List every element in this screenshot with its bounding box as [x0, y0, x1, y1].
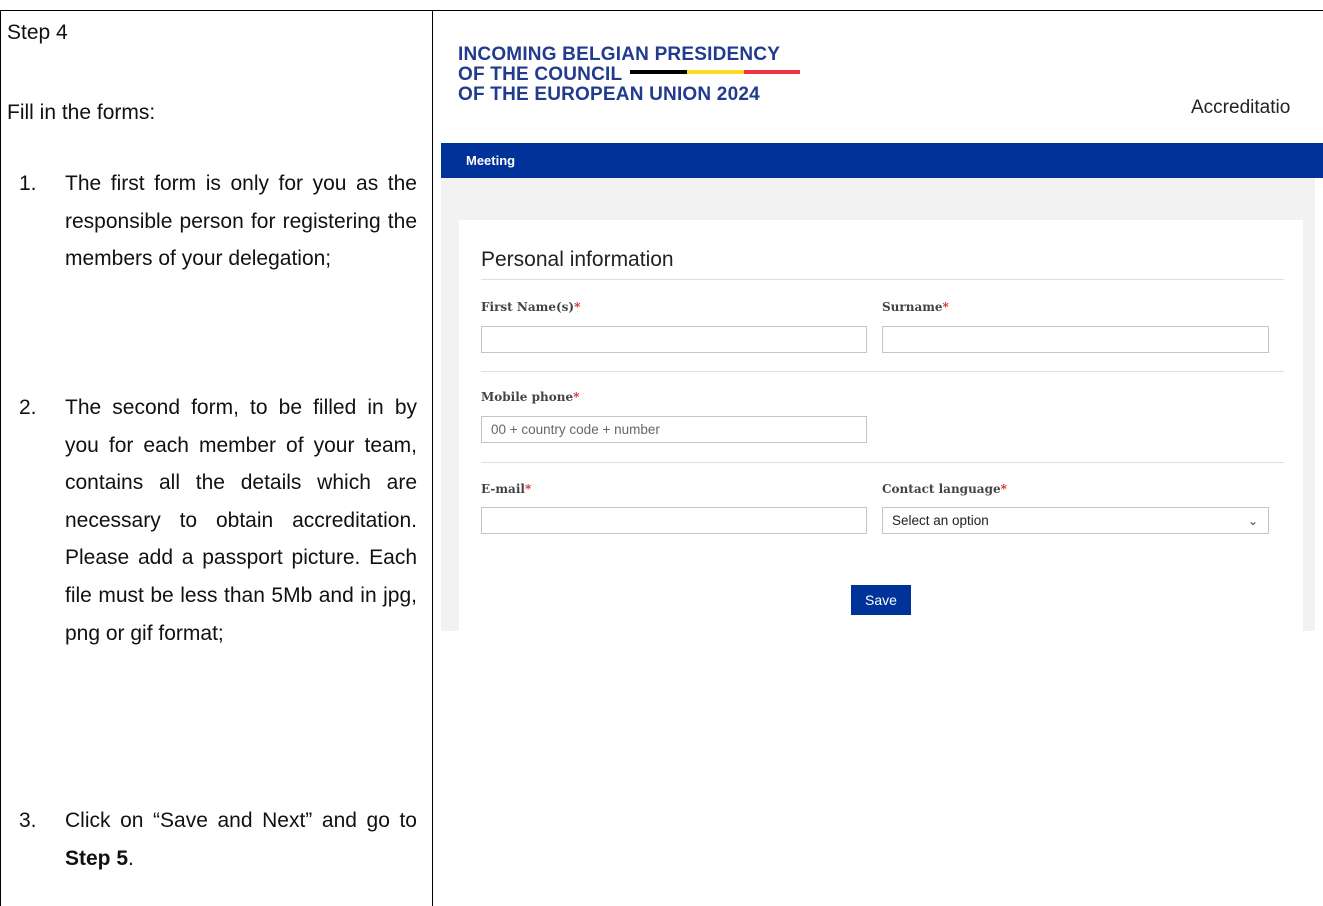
email-input[interactable] [481, 507, 867, 534]
contact-language-label: Contact language* [882, 482, 1007, 496]
section-title: Personal information [481, 248, 674, 271]
surname-input[interactable] [882, 326, 1269, 353]
mobile-phone-label: Mobile phone* [481, 390, 580, 404]
step-5-link-text: Step 5 [65, 846, 129, 870]
contact-language-select[interactable]: Select an option ⌄ [882, 507, 1269, 534]
instruction-text: The second form, to be filled in by you … [65, 396, 417, 645]
personal-information-card: Personal information First Name(s)* Surn… [459, 220, 1303, 631]
top-navbar: Meeting [441, 143, 1323, 178]
fill-forms-heading: Fill in the forms: [7, 101, 156, 124]
chevron-down-icon: ⌄ [1247, 514, 1258, 528]
instruction-item-3: 3. Click on “Save and Next” and go to St… [19, 802, 417, 877]
content-background: Personal information First Name(s)* Surn… [441, 178, 1315, 631]
instruction-number: 2. [19, 396, 37, 419]
accreditation-screenshot: INCOMING BELGIAN PRESIDENCY OF THE COUNC… [433, 11, 1323, 906]
logo-line-2: OF THE COUNCIL [458, 65, 801, 85]
contact-language-value: Select an option [892, 513, 989, 528]
presidency-logo: INCOMING BELGIAN PRESIDENCY OF THE COUNC… [458, 44, 801, 105]
instruction-text: Click on “Save and Next” and go to Step … [65, 809, 417, 870]
divider [481, 462, 1284, 463]
belgian-flag-stripe [630, 69, 801, 74]
frame-left-border [0, 10, 1, 906]
instruction-number: 3. [19, 809, 37, 832]
first-name-label: First Name(s)* [481, 300, 581, 314]
mobile-phone-input[interactable]: 00 + country code + number [481, 416, 867, 443]
logo-line-3: OF THE EUROPEAN UNION 2024 [458, 84, 760, 105]
surname-label: Surname* [882, 300, 949, 314]
divider [481, 371, 1284, 372]
save-button[interactable]: Save [851, 585, 911, 615]
logo-line-1: INCOMING BELGIAN PRESIDENCY [458, 44, 781, 65]
instruction-text: The first form is only for you as the re… [65, 172, 417, 271]
divider [481, 279, 1284, 280]
email-label: E-mail* [481, 482, 532, 496]
accreditation-title: Accreditatio [1191, 97, 1291, 118]
nav-item-meeting[interactable]: Meeting [466, 153, 515, 168]
instruction-number: 1. [19, 172, 37, 195]
step-title: Step 4 [7, 21, 68, 44]
instruction-item-1: 1. The first form is only for you as the… [19, 165, 417, 278]
instruction-item-2: 2. The second form, to be filled in by y… [19, 389, 417, 652]
first-name-input[interactable] [481, 326, 867, 353]
